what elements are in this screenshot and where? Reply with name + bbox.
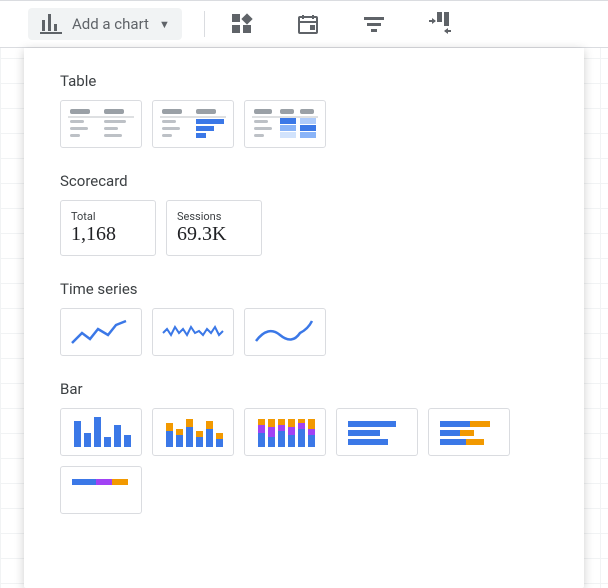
scorecard-row: Total 1,168 Sessions 69.3K <box>60 200 548 256</box>
bar-horizontal-option[interactable] <box>336 408 418 456</box>
bar-100-stacked-column-option[interactable] <box>244 408 326 456</box>
scorecard-option[interactable]: Total 1,168 <box>60 200 156 256</box>
timeseries-line-option[interactable] <box>60 308 142 356</box>
timeseries-row <box>60 308 548 356</box>
timeseries-smooth-option[interactable] <box>244 308 326 356</box>
toolbar: Add a chart ▼ <box>0 0 608 48</box>
timeseries-sparkline-option[interactable] <box>152 308 234 356</box>
table-chart-option[interactable] <box>60 100 142 148</box>
table-with-heatmap-option[interactable] <box>244 100 326 148</box>
bar-100-stacked-horizontal-option[interactable] <box>60 466 142 514</box>
filter-control-icon[interactable] <box>359 11 389 37</box>
scorecard-value: 69.3K <box>177 223 251 246</box>
table-row <box>60 100 548 148</box>
bar-stacked-horizontal-option[interactable] <box>428 408 510 456</box>
add-chart-label: Add a chart <box>72 15 149 33</box>
section-label-bar: Bar <box>60 380 548 398</box>
bar-column-option[interactable] <box>60 408 142 456</box>
scorecard-label: Total <box>71 210 145 223</box>
section-label-timeseries: Time series <box>60 280 548 298</box>
date-range-icon[interactable] <box>293 9 323 39</box>
bar-chart-icon <box>40 14 62 34</box>
bar-stacked-column-option[interactable] <box>152 408 234 456</box>
section-label-table: Table <box>60 72 548 90</box>
scorecard-value: 1,168 <box>71 223 145 246</box>
scorecard-label: Sessions <box>177 210 251 223</box>
separator <box>204 11 205 37</box>
table-with-bars-option[interactable] <box>152 100 234 148</box>
add-chart-dropdown: Table <box>24 48 584 588</box>
bar-row-2 <box>60 466 548 514</box>
community-visualizations-icon[interactable] <box>227 9 257 39</box>
add-chart-button[interactable]: Add a chart ▼ <box>28 8 182 40</box>
scorecard-compact-option[interactable]: Sessions 69.3K <box>166 200 262 256</box>
blend-data-icon[interactable] <box>425 8 457 40</box>
chevron-down-icon: ▼ <box>159 18 170 31</box>
section-label-scorecard: Scorecard <box>60 172 548 190</box>
bar-row <box>60 408 548 456</box>
